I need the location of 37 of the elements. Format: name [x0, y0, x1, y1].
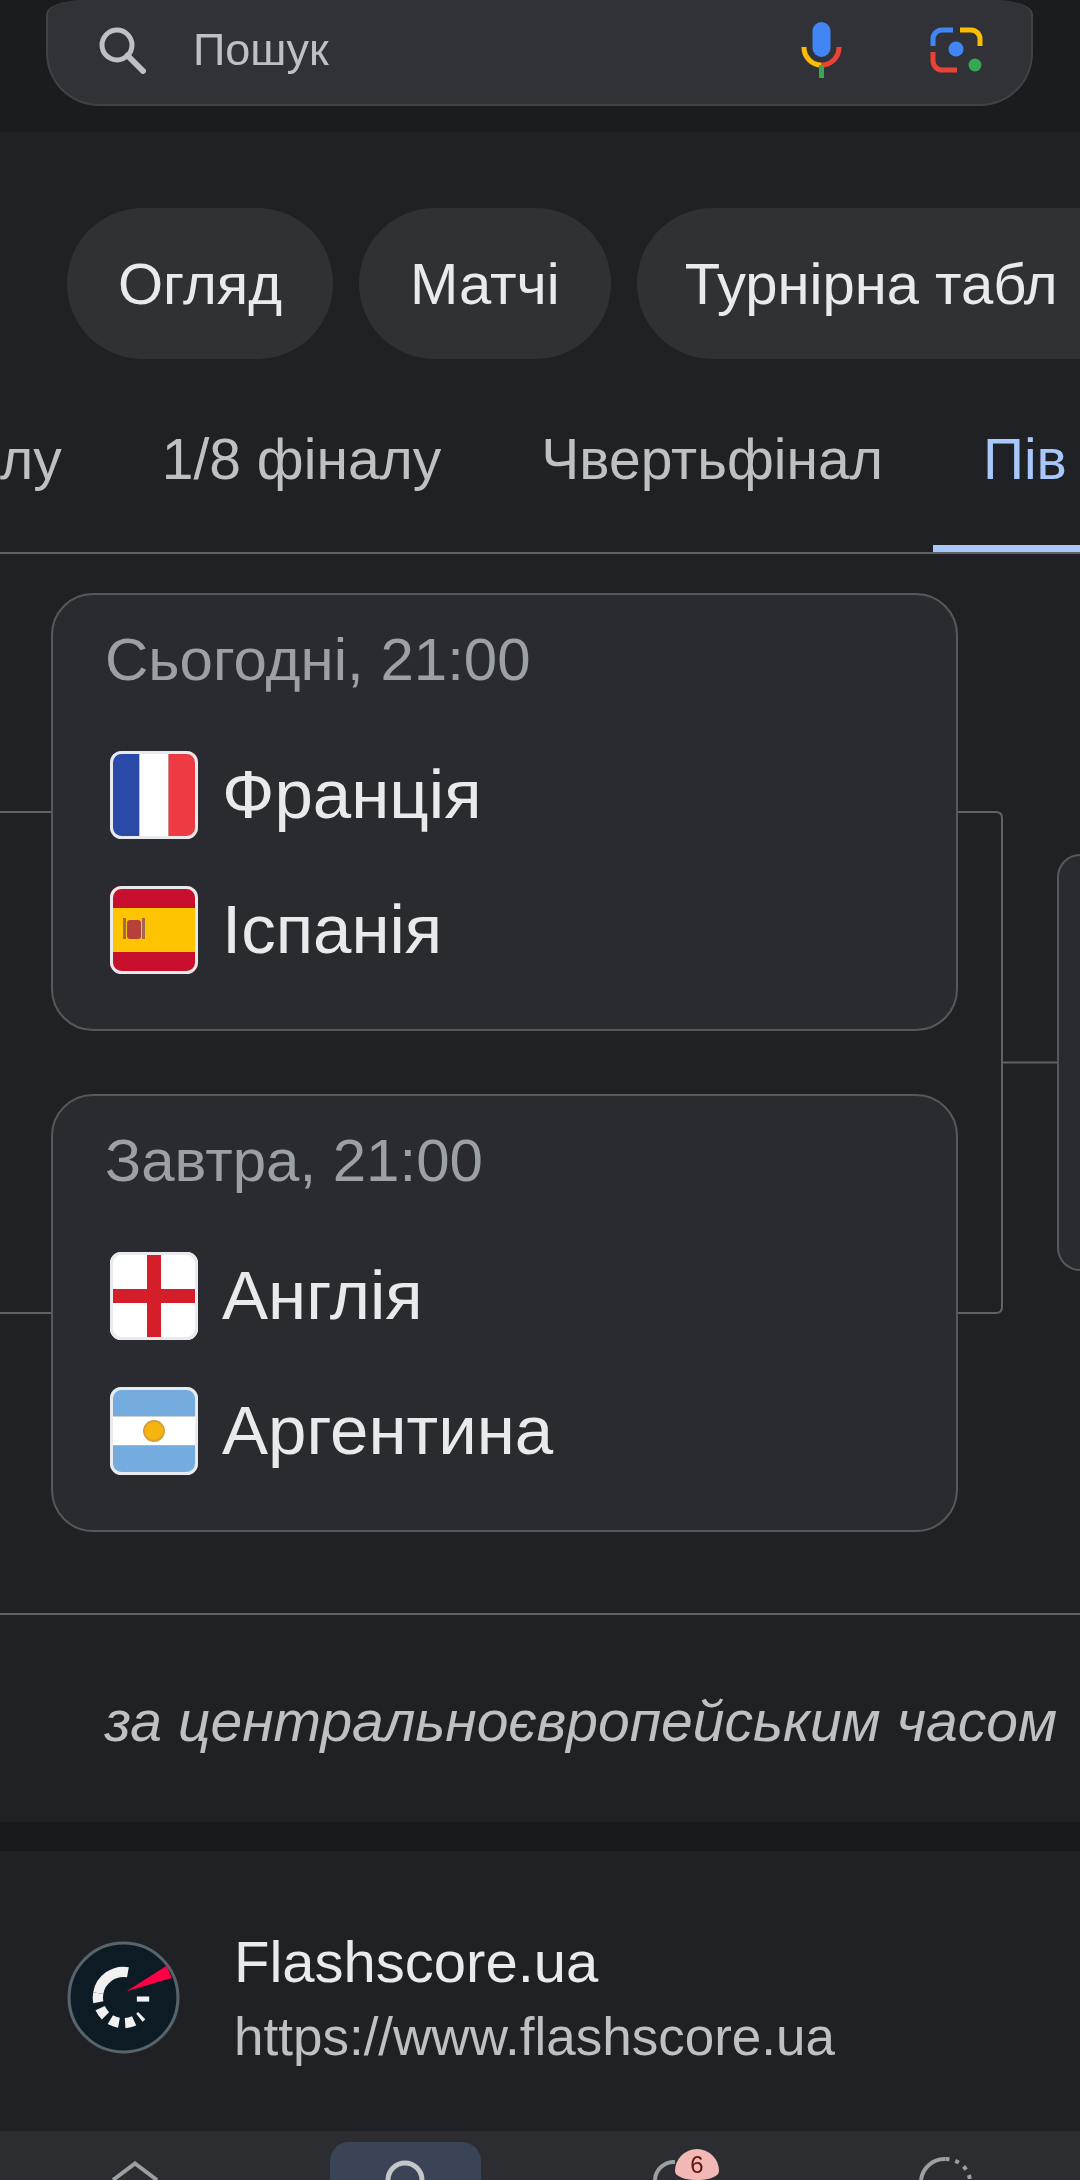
- nav-button[interactable]: [329, 2142, 481, 2180]
- mic-icon[interactable]: [801, 22, 842, 78]
- france-flag-icon: [110, 751, 198, 839]
- team-name: Аргентина: [222, 1391, 554, 1471]
- camera-icon[interactable]: [930, 27, 983, 73]
- home-icon: [110, 2161, 160, 2180]
- nav-button[interactable]: [653, 2160, 675, 2180]
- team-name: Франція: [222, 755, 482, 835]
- england-flag-icon: [110, 1252, 198, 1340]
- filter-chip[interactable]: Огляд: [67, 208, 334, 359]
- search-field[interactable]: Пошук: [46, 0, 1033, 106]
- notification-badge: 6: [675, 2149, 719, 2180]
- search-icon: [385, 2158, 425, 2180]
- team-name: Англія: [222, 1256, 423, 1336]
- round-tab[interactable]: лу: [0, 389, 112, 552]
- dashed-circle-icon: [917, 2157, 973, 2180]
- match-time: Завтра, 21:00: [105, 1129, 483, 1193]
- team-name: Іспанія: [222, 890, 443, 970]
- result-url: https://www.flashscore.ua: [234, 2005, 835, 2068]
- filter-chip[interactable]: Турнірна табл: [636, 208, 1080, 359]
- match-card[interactable]: Завтра, 21:00 Англія Аргентина: [51, 1094, 958, 1532]
- result-title[interactable]: Flashscore.ua: [234, 1926, 599, 1997]
- search-icon: [98, 26, 146, 74]
- nav-button[interactable]: [917, 2157, 973, 2180]
- nav-button[interactable]: [110, 2161, 160, 2180]
- site-logo-icon: [67, 1940, 180, 2054]
- round-tab[interactable]: Чвертьфінал: [491, 389, 933, 552]
- round-tab[interactable]: 1/8 фіналу: [111, 389, 492, 552]
- filter-chip[interactable]: Матчі: [359, 208, 611, 359]
- bracket-line: [0, 811, 51, 813]
- argentina-flag-icon: [110, 1387, 198, 1475]
- timezone-note: за центральноєвропейським часом: [104, 1687, 1057, 1754]
- match-time: Сьогодні, 21:00: [105, 628, 531, 692]
- round-tab[interactable]: Пів: [932, 389, 1080, 552]
- bracket-line: [0, 1312, 51, 1314]
- match-card[interactable]: Сьогодні, 21:00 Франція Іспанія: [51, 593, 958, 1031]
- spain-flag-icon: [110, 886, 198, 974]
